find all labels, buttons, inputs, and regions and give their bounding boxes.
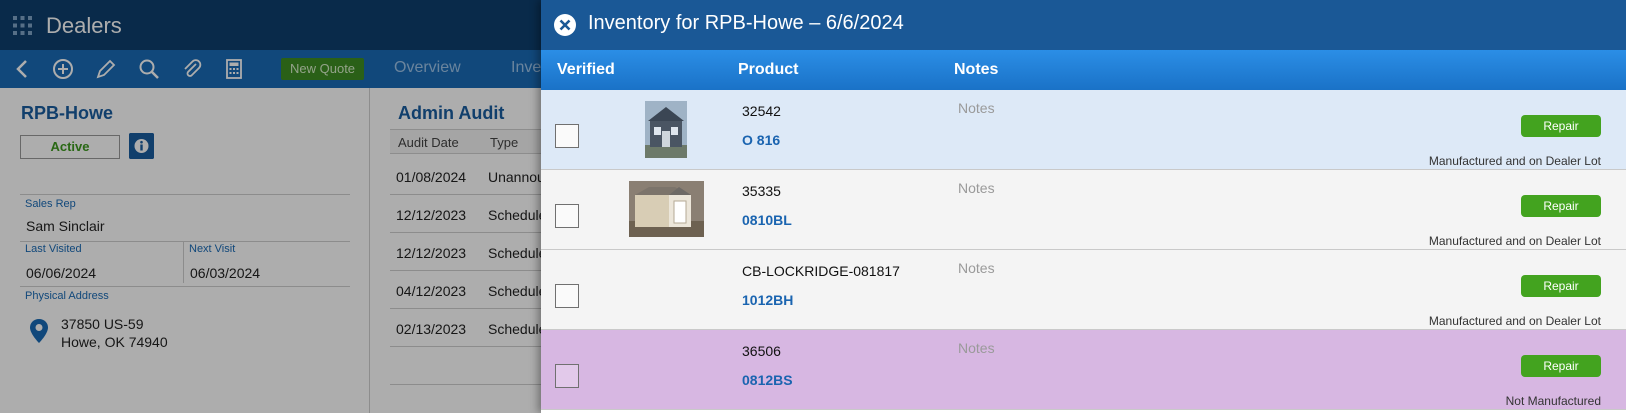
product-serial: 35335 bbox=[742, 183, 781, 199]
repair-button[interactable]: Repair bbox=[1521, 115, 1601, 137]
manufacture-status: Manufactured and on Dealer Lot bbox=[1428, 234, 1601, 248]
manufacture-status: Not Manufactured bbox=[1505, 394, 1601, 408]
verified-checkbox[interactable] bbox=[555, 364, 579, 388]
product-model-link[interactable]: 0810BL bbox=[742, 212, 792, 228]
close-icon[interactable] bbox=[554, 14, 576, 36]
manufacture-status: Manufactured and on Dealer Lot bbox=[1428, 314, 1601, 328]
repair-button[interactable]: Repair bbox=[1521, 355, 1601, 377]
notes-input[interactable]: Notes bbox=[958, 260, 995, 276]
notes-input[interactable]: Notes bbox=[958, 340, 995, 356]
notes-input[interactable]: Notes bbox=[958, 180, 995, 196]
verified-checkbox[interactable] bbox=[555, 124, 579, 148]
product-model-link[interactable]: 1012BH bbox=[742, 292, 793, 308]
product-column-header: Product bbox=[738, 61, 799, 78]
notes-input[interactable]: Notes bbox=[958, 100, 995, 116]
repair-button[interactable]: Repair bbox=[1521, 275, 1601, 297]
product-serial: CB-LOCKRIDGE-081817 bbox=[742, 263, 900, 279]
product-model-link[interactable]: O 816 bbox=[742, 132, 780, 148]
repair-button[interactable]: Repair bbox=[1521, 195, 1601, 217]
product-serial: 36506 bbox=[742, 343, 781, 359]
verified-column-header: Verified bbox=[557, 61, 615, 78]
notes-column-header: Notes bbox=[954, 61, 999, 78]
inventory-row bbox=[541, 330, 1626, 410]
inventory-panel: Inventory for RPB-Howe – 6/6/2024 Verifi… bbox=[541, 0, 1626, 413]
panel-title: Inventory for RPB-Howe – 6/6/2024 bbox=[588, 12, 904, 34]
product-thumbnail bbox=[645, 101, 687, 158]
panel-header: Inventory for RPB-Howe – 6/6/2024 bbox=[541, 0, 1626, 50]
manufacture-status: Manufactured and on Dealer Lot bbox=[1428, 154, 1601, 168]
product-serial: 32542 bbox=[742, 103, 781, 119]
modal-backdrop[interactable] bbox=[0, 0, 541, 413]
inventory-column-header bbox=[541, 50, 1626, 90]
verified-checkbox[interactable] bbox=[555, 204, 579, 228]
verified-checkbox[interactable] bbox=[555, 284, 579, 308]
product-model-link[interactable]: 0812BS bbox=[742, 372, 793, 388]
product-thumbnail bbox=[629, 181, 704, 237]
